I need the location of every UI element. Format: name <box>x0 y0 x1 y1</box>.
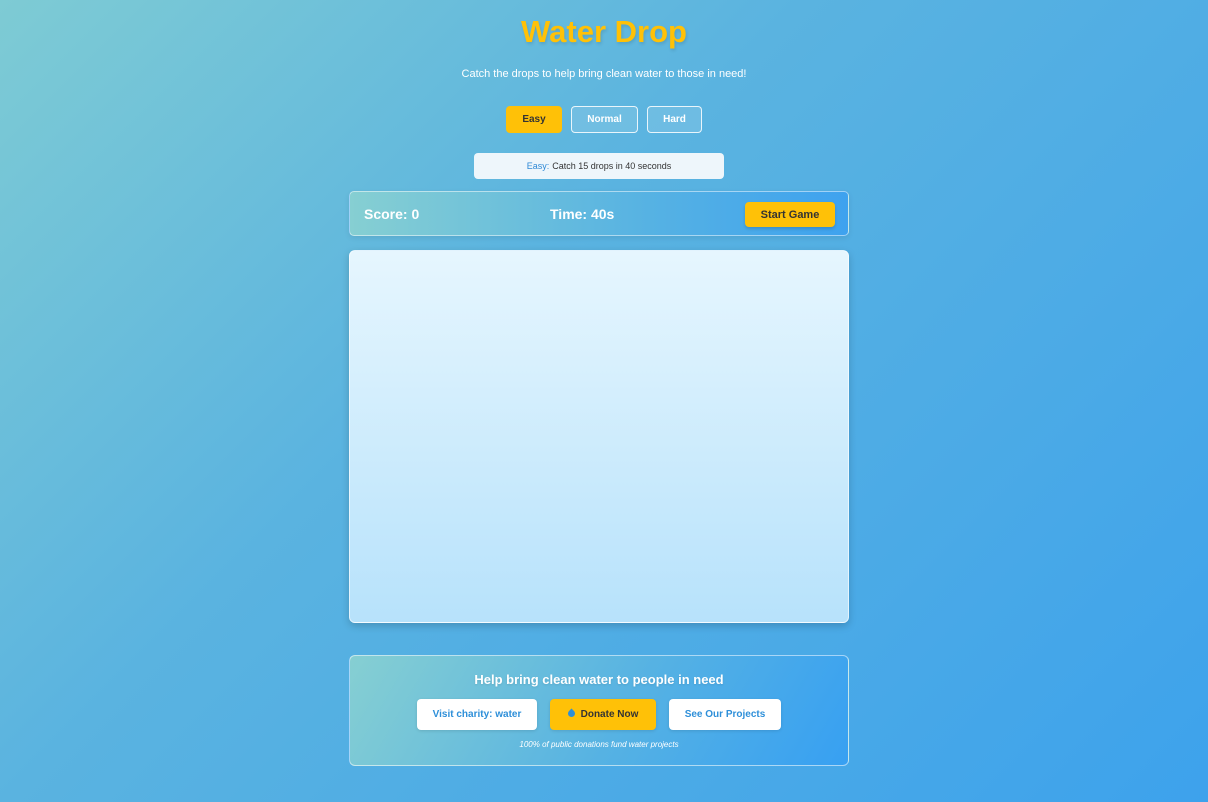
game-subtitle: Catch the drops to help bring clean wate… <box>461 68 747 80</box>
difficulty-normal-button[interactable]: Normal <box>571 106 638 133</box>
start-game-button[interactable]: Start Game <box>745 202 835 227</box>
charity-title: Help bring clean water to people in need <box>474 672 724 687</box>
score-display: Score: 0 <box>364 206 420 222</box>
difficulty-info-text: Catch 15 drops in 40 seconds <box>552 161 672 171</box>
game-title: Water Drop <box>521 14 687 49</box>
timer-display: Time: 40s <box>550 206 615 222</box>
difficulty-info: Easy: Catch 15 drops in 40 seconds <box>474 153 724 179</box>
difficulty-easy-button[interactable]: Easy <box>506 106 562 133</box>
difficulty-hard-button[interactable]: Hard <box>647 106 702 133</box>
donate-now-label: Donate Now <box>580 709 639 720</box>
game-area[interactable] <box>349 250 849 623</box>
score-bar: Score: 0 Time: 40s Start Game <box>349 191 849 236</box>
water-drop-icon <box>566 708 577 719</box>
visit-charity-button[interactable]: Visit charity: water <box>417 699 537 730</box>
donate-now-button[interactable]: Donate Now <box>550 699 656 730</box>
charity-panel: Help bring clean water to people in need… <box>349 655 849 766</box>
charity-note: 100% of public donations fund water proj… <box>519 740 679 749</box>
see-projects-button[interactable]: See Our Projects <box>669 699 781 730</box>
difficulty-selector: Easy Normal Hard <box>0 106 1208 133</box>
charity-buttons: Visit charity: water Donate Now See Our … <box>350 699 848 730</box>
difficulty-info-level: Easy: <box>526 161 550 171</box>
